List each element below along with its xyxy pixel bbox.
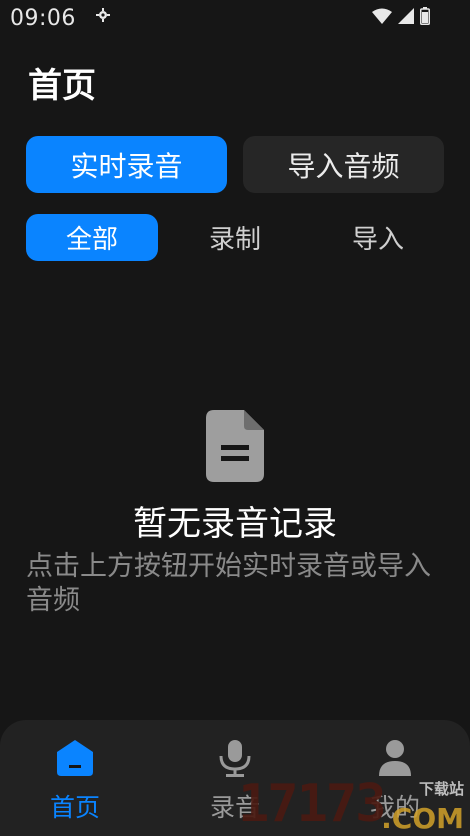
- home-icon: [57, 740, 93, 776]
- cellular-signal-icon: [398, 8, 414, 24]
- import-audio-button[interactable]: 导入音频: [243, 136, 444, 193]
- status-time: 09:06: [10, 6, 76, 31]
- document-icon: [206, 410, 264, 482]
- microphone-icon: [219, 740, 251, 777]
- status-bar: 09:06: [0, 0, 470, 34]
- nav-label-home: 首页: [49, 793, 100, 822]
- wifi-icon: [372, 8, 392, 24]
- battery-icon: [420, 7, 430, 25]
- settings-status-icon: [96, 8, 110, 22]
- filter-tab-all[interactable]: 全部: [26, 214, 158, 261]
- filter-tab-imported[interactable]: 导入: [312, 214, 444, 261]
- watermark-site: 下载站: [418, 780, 464, 798]
- page-title: 首页: [28, 66, 96, 106]
- realtime-record-button[interactable]: 实时录音: [26, 136, 227, 193]
- filter-tab-recorded[interactable]: 录制: [170, 214, 300, 261]
- nav-tab-home[interactable]: 首页: [20, 738, 130, 828]
- empty-state-description: 点击上方按钮开始实时录音或导入音频: [26, 551, 431, 616]
- empty-state-title: 暂无录音记录: [133, 504, 337, 544]
- watermark-logo: 17173 下载站 .COM: [230, 774, 470, 836]
- watermark-number: 17173: [238, 774, 387, 834]
- user-icon: [379, 740, 411, 776]
- watermark-domain: .COM: [381, 802, 464, 835]
- status-indicators: [372, 7, 430, 25]
